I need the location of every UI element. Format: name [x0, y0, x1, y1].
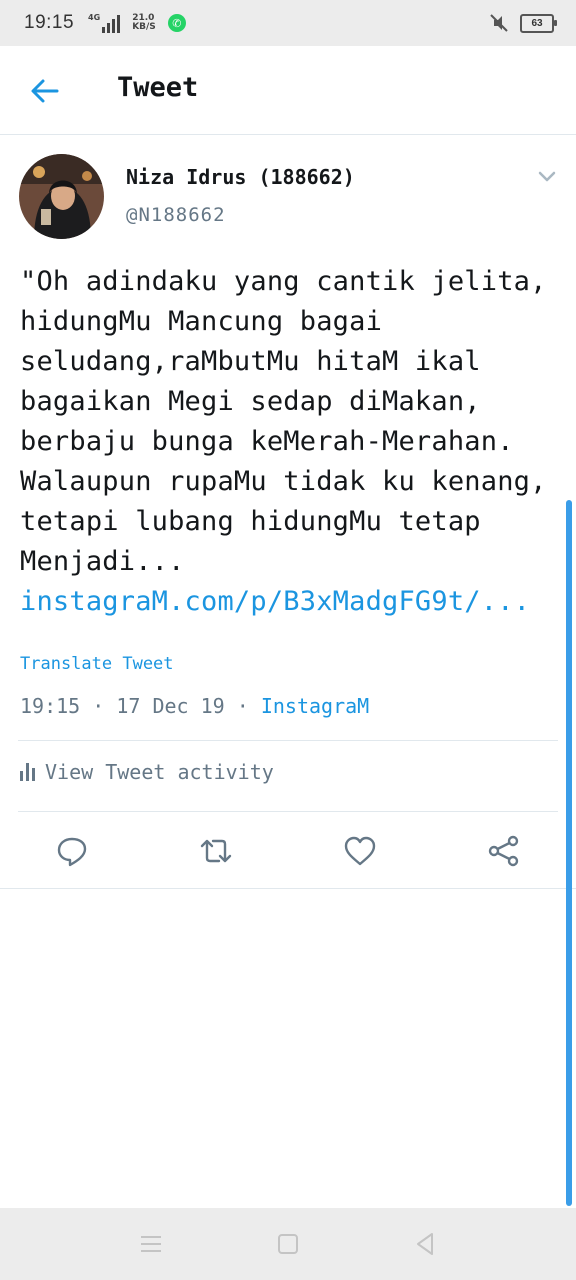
activity-label: View Tweet activity	[45, 760, 274, 784]
scrollbar[interactable]	[566, 500, 572, 1206]
view-tweet-activity[interactable]: View Tweet activity	[20, 760, 274, 784]
tweet-time: 19:15	[20, 694, 81, 718]
whatsapp-icon: ✆	[167, 14, 186, 32]
chevron-down-icon[interactable]	[536, 168, 558, 184]
heart-icon[interactable]	[343, 834, 377, 868]
home-icon[interactable]	[273, 1230, 303, 1258]
status-time: 19:15	[24, 12, 75, 33]
activity-bars-icon	[20, 763, 35, 781]
status-bar: 19:15 4G 21.0 KB/S ✆ 63	[0, 0, 576, 46]
app-header: Tweet	[0, 46, 576, 135]
meta-separator: ·	[224, 694, 261, 718]
tweet-date: 17 Dec 19	[116, 694, 225, 718]
reply-icon[interactable]	[55, 834, 89, 868]
network-type: 4G	[88, 13, 101, 22]
back-icon[interactable]	[410, 1230, 440, 1258]
battery-icon: 63	[520, 13, 557, 33]
tweet-actions	[0, 812, 576, 889]
arrow-left-icon[interactable]	[28, 74, 62, 108]
share-icon[interactable]	[487, 834, 521, 868]
mute-icon	[490, 14, 508, 32]
tweet-text: "Oh adindaku yang cantik jelita, hidungM…	[20, 262, 560, 622]
retweet-icon[interactable]	[199, 834, 233, 868]
author-name[interactable]: Niza Idrus (188662)	[126, 165, 355, 189]
status-left: 19:15 4G 21.0 KB/S ✆	[24, 12, 186, 34]
translate-tweet-link[interactable]: Translate Tweet	[20, 654, 174, 674]
status-right: 63	[488, 13, 557, 33]
menu-icon[interactable]	[136, 1230, 166, 1258]
tweet-link[interactable]: instagraM.com/p/B3xMadgFG9t/...	[20, 586, 530, 617]
battery-level: 63	[531, 17, 543, 29]
system-nav-bar	[0, 1208, 576, 1280]
network-speed: 21.0 KB/S	[132, 14, 156, 32]
tweet-body: "Oh adindaku yang cantik jelita, hidungM…	[20, 266, 547, 577]
speed-unit: KB/S	[132, 22, 156, 32]
tweet-meta: 19:15 · 17 Dec 19 · InstagraM	[20, 694, 369, 718]
author-handle[interactable]: @N188662	[126, 204, 226, 226]
page-title: Tweet	[117, 72, 199, 103]
avatar[interactable]	[19, 154, 104, 239]
signal-icon: 4G	[88, 13, 121, 33]
divider	[18, 740, 558, 741]
tweet-source-link[interactable]: InstagraM	[261, 694, 369, 718]
meta-separator: ·	[80, 694, 117, 718]
